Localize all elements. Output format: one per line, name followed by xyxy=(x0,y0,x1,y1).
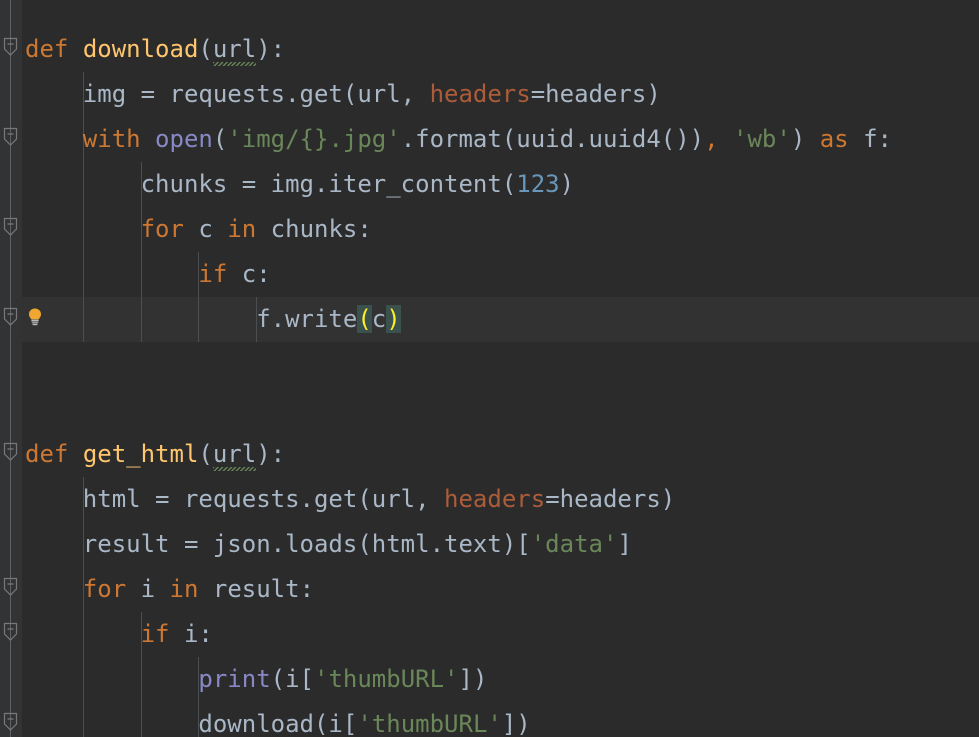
code-token: download xyxy=(82,35,199,63)
code-token: ( xyxy=(198,440,213,468)
code-line[interactable]: html = requests.get(url, headers=headers… xyxy=(22,477,979,522)
code-token: img = requests.get(url, xyxy=(25,80,430,108)
code-token: chunks = img.iter_content( xyxy=(25,170,517,198)
code-token: ]) xyxy=(458,665,488,693)
code-token: ): xyxy=(256,440,286,468)
code-token: ): xyxy=(256,35,286,63)
fold-marker-with-open[interactable] xyxy=(1,126,20,148)
code-line[interactable] xyxy=(22,387,979,432)
code-editor-pane[interactable]: def download(url): img = requests.get(ur… xyxy=(0,0,979,737)
code-token: 'img/{}.jpg' xyxy=(227,125,401,153)
code-token: c xyxy=(183,215,228,243)
code-line[interactable]: for c in chunks: xyxy=(22,207,979,252)
code-token: url xyxy=(212,432,257,477)
code-line[interactable]: def download(url): xyxy=(22,27,979,72)
code-token: =headers) xyxy=(530,80,661,108)
code-token: in xyxy=(169,575,199,603)
code-token: c: xyxy=(227,260,271,288)
fold-marker-for-i[interactable] xyxy=(1,576,20,598)
code-token: open xyxy=(155,125,213,153)
code-token: for xyxy=(140,215,184,243)
code-token: (i[ xyxy=(270,665,314,693)
code-line[interactable]: f.write(c) xyxy=(22,297,979,342)
code-line[interactable]: if c: xyxy=(22,252,979,297)
code-token: 'data' xyxy=(530,530,618,558)
code-token: f: xyxy=(848,125,892,153)
code-line[interactable]: chunks = img.iter_content(123) xyxy=(22,162,979,207)
code-token: ( xyxy=(357,305,372,333)
code-line[interactable]: result = json.loads(html.text)['data'] xyxy=(22,522,979,567)
code-token: .format(uuid.uuid4()) xyxy=(400,125,705,153)
code-token: ) xyxy=(790,125,820,153)
code-line[interactable]: if i: xyxy=(22,612,979,657)
code-token: 'wb' xyxy=(733,125,791,153)
code-line[interactable] xyxy=(22,342,979,387)
code-token: 123 xyxy=(516,170,560,198)
fold-marker-def-get-html[interactable] xyxy=(1,441,20,463)
code-token: c xyxy=(371,305,387,333)
code-token: ( xyxy=(198,35,213,63)
code-token: , xyxy=(704,125,719,153)
code-token: as xyxy=(819,125,849,153)
code-token: ) xyxy=(386,305,401,333)
code-line[interactable]: with open('img/{}.jpg'.format(uuid.uuid4… xyxy=(22,117,979,162)
fold-marker-if-i[interactable] xyxy=(1,621,20,643)
code-token: f.write xyxy=(25,305,358,333)
code-token: headers xyxy=(429,80,531,108)
code-token: html = requests.get(url, xyxy=(25,485,445,513)
fold-marker-if-c[interactable] xyxy=(1,306,20,328)
code-token: def xyxy=(25,35,69,63)
code-token: download(i[ xyxy=(25,710,358,737)
code-line[interactable]: img = requests.get(url, headers=headers) xyxy=(22,72,979,117)
intention-lightbulb-icon[interactable] xyxy=(26,306,44,328)
code-line[interactable]: def get_html(url): xyxy=(22,432,979,477)
code-token: in xyxy=(227,215,257,243)
fold-marker-def-download[interactable] xyxy=(1,36,20,58)
code-token: i: xyxy=(169,620,213,648)
fold-marker-for-c[interactable] xyxy=(1,216,20,238)
fold-marker-last[interactable] xyxy=(1,711,20,733)
code-token: headers xyxy=(444,485,546,513)
code-line[interactable]: download(i['thumbURL']) xyxy=(22,702,979,737)
code-token: get_html xyxy=(82,440,199,468)
code-token: 'thumbURL' xyxy=(357,710,502,737)
code-token: ( xyxy=(212,125,228,153)
code-token: def xyxy=(25,440,69,468)
code-token: url xyxy=(212,27,257,72)
code-token: =headers) xyxy=(545,485,676,513)
code-token: print xyxy=(198,665,271,693)
code-token: result: xyxy=(198,575,315,603)
code-token: if xyxy=(140,620,170,648)
code-text-area[interactable]: def download(url): img = requests.get(ur… xyxy=(22,0,979,737)
code-token: result = json.loads(html.text)[ xyxy=(25,530,531,558)
code-token: with xyxy=(82,125,141,153)
code-token: for xyxy=(82,575,127,603)
code-token: ] xyxy=(617,530,632,558)
code-token: 'thumbURL' xyxy=(314,665,459,693)
code-line[interactable]: for i in result: xyxy=(22,567,979,612)
code-token: ) xyxy=(559,170,575,198)
code-token: chunks: xyxy=(256,215,372,243)
code-token: i xyxy=(126,575,170,603)
code-token: if xyxy=(198,260,228,288)
code-line[interactable]: print(i['thumbURL']) xyxy=(22,657,979,702)
code-token: ]) xyxy=(501,710,531,737)
